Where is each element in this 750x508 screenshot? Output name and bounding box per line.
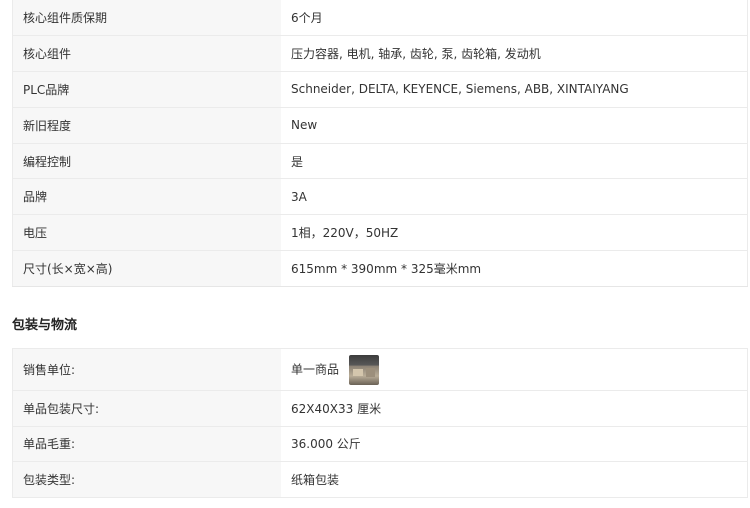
table-row: 包装类型: 纸箱包装 bbox=[12, 461, 748, 498]
table-row: 新旧程度 New bbox=[12, 107, 748, 144]
packaging-value-cell: 单一商品 bbox=[281, 348, 748, 391]
packaging-key: 单品包装尺寸: bbox=[12, 390, 281, 427]
table-row: 尺寸(长×宽×高) 615mm * 390mm * 325毫米mm bbox=[12, 250, 748, 287]
spec-key: 核心组件质保期 bbox=[12, 0, 281, 37]
table-row: 电压 1相，220V，50HZ bbox=[12, 214, 748, 252]
packaging-value: 单一商品 bbox=[291, 362, 340, 376]
table-row: 单品包装尺寸: 62X40X33 厘米 bbox=[12, 390, 748, 427]
spec-value: 压力容器, 电机, 轴承, 齿轮, 泵, 齿轮箱, 发动机 bbox=[281, 35, 748, 73]
section-title-packaging: 包装与物流 bbox=[12, 318, 78, 333]
spec-key: 品牌 bbox=[12, 178, 281, 216]
table-row: 核心组件 压力容器, 电机, 轴承, 齿轮, 泵, 齿轮箱, 发动机 bbox=[12, 35, 748, 73]
packaging-key: 销售单位: bbox=[12, 348, 281, 391]
spec-value: 3A bbox=[281, 178, 748, 216]
packaging-value: 62X40X33 厘米 bbox=[281, 390, 748, 427]
packaging-value: 纸箱包装 bbox=[281, 461, 748, 498]
specifications-table: 核心组件质保期 6个月 核心组件 压力容器, 电机, 轴承, 齿轮, 泵, 齿轮… bbox=[12, 0, 748, 287]
spec-key: PLC品牌 bbox=[12, 71, 281, 108]
spec-value: 是 bbox=[281, 143, 748, 180]
spec-key: 核心组件 bbox=[12, 35, 281, 73]
packaging-value: 36.000 公斤 bbox=[281, 426, 748, 462]
spec-key: 编程控制 bbox=[12, 143, 281, 180]
product-thumbnail[interactable] bbox=[348, 354, 379, 385]
spec-value: 1相，220V，50HZ bbox=[281, 214, 748, 252]
table-row: PLC品牌 Schneider, DELTA, KEYENCE, Siemens… bbox=[12, 71, 748, 108]
packaging-key: 包装类型: bbox=[12, 461, 281, 498]
product-attributes-panel: 核心组件质保期 6个月 核心组件 压力容器, 电机, 轴承, 齿轮, 泵, 齿轮… bbox=[0, 0, 750, 508]
table-row: 编程控制 是 bbox=[12, 143, 748, 180]
spec-value: Schneider, DELTA, KEYENCE, Siemens, ABB,… bbox=[281, 71, 748, 108]
table-row: 销售单位: 单一商品 bbox=[12, 348, 748, 391]
spec-key: 新旧程度 bbox=[12, 107, 281, 144]
table-row: 单品毛重: 36.000 公斤 bbox=[12, 426, 748, 462]
spec-key: 尺寸(长×宽×高) bbox=[12, 250, 281, 287]
spec-value: New bbox=[281, 107, 748, 144]
spec-value: 6个月 bbox=[281, 0, 748, 37]
table-row: 核心组件质保期 6个月 bbox=[12, 0, 748, 37]
packaging-table: 销售单位: 单一商品 单品包装尺寸: 62X40X33 厘米 单品毛重: 36.… bbox=[12, 348, 748, 498]
spec-value: 615mm * 390mm * 325毫米mm bbox=[281, 250, 748, 287]
packaging-key: 单品毛重: bbox=[12, 426, 281, 462]
spec-key: 电压 bbox=[12, 214, 281, 252]
table-row: 品牌 3A bbox=[12, 178, 748, 216]
